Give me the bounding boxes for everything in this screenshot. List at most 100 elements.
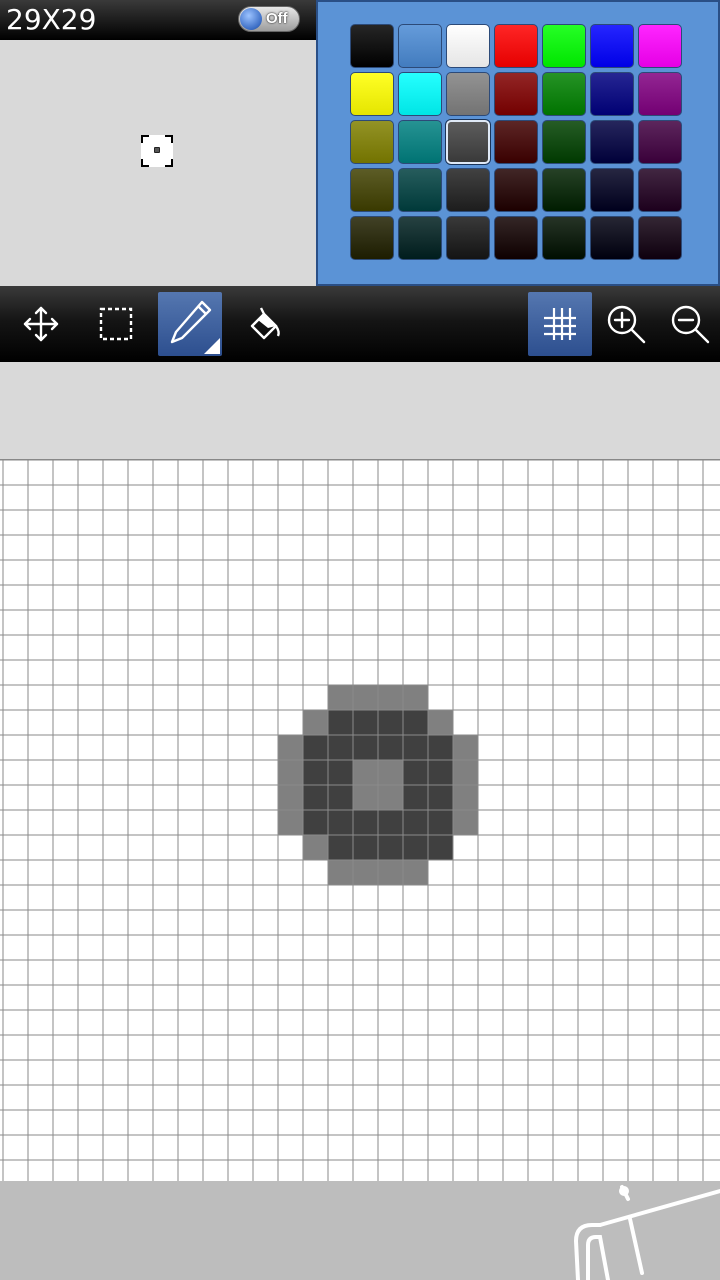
palette-swatch[interactable] [398, 24, 442, 68]
palette-swatch[interactable] [494, 72, 538, 116]
painted-pixel[interactable] [278, 735, 303, 760]
painted-pixel[interactable] [278, 785, 303, 810]
palette-swatch[interactable] [350, 168, 394, 212]
palette-swatch[interactable] [638, 216, 682, 260]
palette-swatch[interactable] [398, 120, 442, 164]
painted-pixel[interactable] [278, 810, 303, 835]
palette-swatch[interactable] [638, 72, 682, 116]
preview-toggle-switch[interactable]: Off [238, 6, 300, 32]
palette-swatch[interactable] [446, 120, 490, 164]
painted-pixel[interactable] [303, 835, 328, 860]
grid-toggle-button[interactable] [528, 292, 592, 356]
palette-swatch[interactable] [350, 216, 394, 260]
palette-swatch[interactable] [542, 24, 586, 68]
painted-pixel[interactable] [428, 810, 453, 835]
painted-pixel[interactable] [353, 810, 378, 835]
palette-swatch[interactable] [350, 120, 394, 164]
palette-swatch[interactable] [542, 72, 586, 116]
palette-swatch[interactable] [638, 168, 682, 212]
painted-pixel[interactable] [403, 810, 428, 835]
painted-pixel[interactable] [403, 835, 428, 860]
painted-pixel[interactable] [403, 735, 428, 760]
painted-pixel[interactable] [403, 760, 428, 785]
palette-swatch[interactable] [590, 120, 634, 164]
painted-pixel[interactable] [378, 685, 403, 710]
palette-swatch[interactable] [638, 120, 682, 164]
painted-pixel[interactable] [353, 685, 378, 710]
painted-pixel[interactable] [303, 810, 328, 835]
palette-swatch[interactable] [590, 72, 634, 116]
palette-swatch[interactable] [398, 72, 442, 116]
painted-pixel[interactable] [328, 810, 353, 835]
painted-pixel[interactable] [378, 735, 403, 760]
painted-pixel[interactable] [303, 710, 328, 735]
palette-swatch[interactable] [494, 168, 538, 212]
painted-pixel[interactable] [328, 760, 353, 785]
palette-swatch[interactable] [590, 216, 634, 260]
painted-pixel[interactable] [428, 735, 453, 760]
preview-thumbnail[interactable] [141, 135, 173, 167]
canvas-size-label: 29X29 [6, 3, 97, 36]
palette-swatch[interactable] [638, 24, 682, 68]
palette-swatch[interactable] [446, 168, 490, 212]
painted-pixel[interactable] [328, 735, 353, 760]
zoom-in-button[interactable] [594, 292, 658, 356]
painted-pixel[interactable] [453, 785, 478, 810]
pencil-tool-button[interactable] [158, 292, 222, 356]
palette-swatch[interactable] [590, 24, 634, 68]
painted-pixel[interactable] [303, 735, 328, 760]
painted-pixel[interactable] [403, 785, 428, 810]
painted-pixel[interactable] [378, 835, 403, 860]
painted-pixel[interactable] [403, 710, 428, 735]
palette-swatch[interactable] [446, 216, 490, 260]
move-tool-button[interactable] [9, 292, 73, 356]
painted-pixel[interactable] [328, 860, 353, 885]
select-tool-button[interactable] [84, 292, 148, 356]
palette-swatch[interactable] [494, 24, 538, 68]
pixel-grid[interactable] [0, 460, 720, 1181]
palette-swatch[interactable] [398, 216, 442, 260]
palette-swatch[interactable] [350, 24, 394, 68]
painted-pixel[interactable] [453, 810, 478, 835]
palette-swatch[interactable] [446, 24, 490, 68]
fill-tool-button[interactable] [232, 292, 296, 356]
painted-pixel[interactable] [403, 860, 428, 885]
zoom-out-button[interactable] [658, 292, 720, 356]
painted-pixel[interactable] [428, 760, 453, 785]
palette-swatch[interactable] [398, 168, 442, 212]
palette-swatch[interactable] [590, 168, 634, 212]
painted-pixel[interactable] [353, 835, 378, 860]
painted-pixel[interactable] [453, 735, 478, 760]
painted-pixel[interactable] [353, 710, 378, 735]
painted-pixel[interactable] [353, 785, 378, 810]
painted-pixel[interactable] [428, 710, 453, 735]
painted-pixel[interactable] [328, 835, 353, 860]
painted-pixel[interactable] [378, 710, 403, 735]
drawing-canvas[interactable] [0, 459, 720, 1181]
painted-pixel[interactable] [328, 785, 353, 810]
painted-pixel[interactable] [353, 735, 378, 760]
painted-pixel[interactable] [303, 785, 328, 810]
palette-swatch[interactable] [446, 72, 490, 116]
painted-pixel[interactable] [378, 785, 403, 810]
palette-swatch[interactable] [542, 168, 586, 212]
painted-pixel[interactable] [403, 685, 428, 710]
painted-pixel[interactable] [378, 860, 403, 885]
painted-pixel[interactable] [353, 860, 378, 885]
painted-pixel[interactable] [328, 685, 353, 710]
palette-swatch[interactable] [494, 120, 538, 164]
painted-pixel[interactable] [378, 760, 403, 785]
palette-swatch[interactable] [350, 72, 394, 116]
painted-pixel[interactable] [278, 760, 303, 785]
palette-swatch[interactable] [542, 120, 586, 164]
painted-pixel[interactable] [453, 760, 478, 785]
painted-pixel[interactable] [428, 835, 453, 860]
palette-swatch[interactable] [542, 216, 586, 260]
toggle-knob[interactable] [240, 8, 262, 30]
painted-pixel[interactable] [378, 810, 403, 835]
palette-swatch[interactable] [494, 216, 538, 260]
painted-pixel[interactable] [303, 760, 328, 785]
painted-pixel[interactable] [353, 760, 378, 785]
painted-pixel[interactable] [328, 710, 353, 735]
painted-pixel[interactable] [428, 785, 453, 810]
